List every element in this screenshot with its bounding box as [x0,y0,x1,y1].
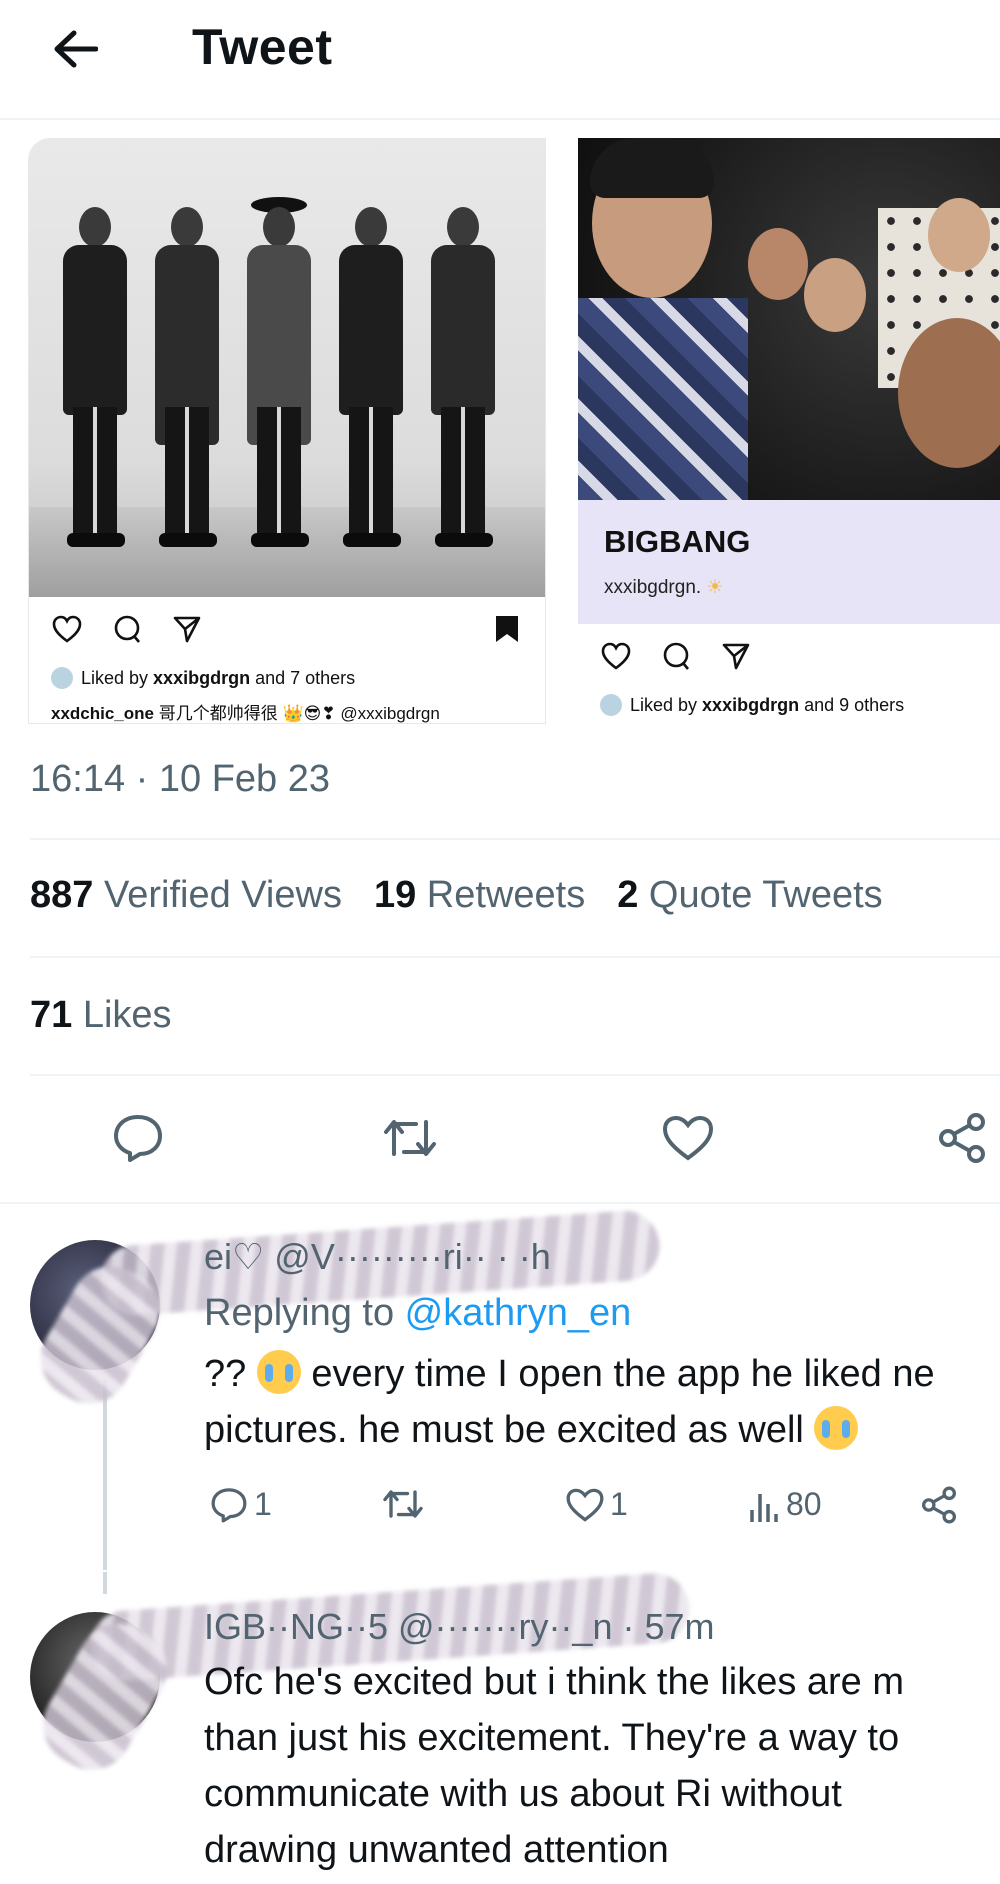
bar-chart-icon [750,1493,778,1522]
reply-tweet[interactable]: IGB··NG··5 @·······ry··_n · 57m Ofc he's… [0,1571,1000,1884]
retweet-button[interactable] [380,1108,440,1168]
thread-line [103,1572,107,1594]
send-icon [171,613,203,645]
quote-tweets-stat[interactable]: 2 Quote Tweets [617,874,882,917]
retweets-stat[interactable]: 19 Retweets [374,874,585,917]
send-icon [720,640,752,672]
comment-icon [111,613,143,645]
reply-text: Ofc he's excited but i think the likes a… [204,1661,905,1871]
retweet-icon [384,1120,436,1156]
share-icon [939,1113,985,1163]
reply-tweet[interactable]: ei♡ @V·········ri·· · ·h Replying to @ka… [0,1200,1000,1570]
arrow-left-icon [54,30,98,68]
likes-stat[interactable]: 71 Likes [30,994,172,1037]
top-bar: Tweet [0,0,1000,120]
like-button[interactable] [658,1108,718,1168]
group-photo-bw [29,139,545,597]
tweet-media[interactable]: Liked by xxxibgdrgn and 7 others xxdchic… [28,138,1000,724]
bookmark-icon [491,613,523,645]
tweet-action-bar [0,1108,1000,1178]
profile-title: BIGBANG [604,524,751,559]
share-button[interactable] [920,1486,958,1524]
media-image-left[interactable]: Liked by xxxibgdrgn and 7 others xxdchic… [28,138,546,724]
ig-actions-left [51,613,203,645]
back-button[interactable] [46,22,104,76]
caption-left: xxdchic_one 哥几个都帅得很 👑😎❣ @xxxibgdrgn [51,704,440,723]
speech-bubble-icon [211,1487,247,1522]
thread-line [103,1380,107,1570]
liked-by-text-left: Liked by xxxibgdrgn and 7 others [51,667,355,689]
share-button[interactable] [932,1108,992,1168]
reply-actions: 1 1 80 [204,1486,1000,1536]
group-selfie-photo [578,138,1000,500]
speech-bubble-icon [114,1115,162,1162]
divider [30,838,1000,840]
liked-by-text-right: Liked by xxxibgdrgn and 9 others [600,694,904,716]
tweet-timestamp[interactable]: 16:14 · 10 Feb 23 [30,758,330,801]
profile-banner: BIGBANG xxxibgdrgn. ☀ [578,500,1000,624]
heart-icon [566,1488,604,1522]
heart-icon [51,613,83,645]
reply-author-meta: ei♡ @V·········ri·· · ·h [204,1236,551,1277]
mention-link[interactable]: @kathryn_en [405,1292,632,1334]
retweet-button[interactable] [382,1486,424,1522]
comment-icon [660,640,692,672]
share-icon [922,1486,956,1524]
divider [30,1074,1000,1076]
page-title: Tweet [192,19,333,75]
ig-actions-right [600,640,752,672]
views-button[interactable]: 80 [748,1486,822,1523]
divider [30,956,1000,958]
heart-icon [600,640,632,672]
tweet-stats: 887 Verified Views 19 Retweets 2 Quote T… [30,874,883,917]
retweet-icon [383,1490,423,1518]
media-image-right[interactable]: BIGBANG xxxibgdrgn. ☀ Liked by xxxibgdrg… [556,138,1000,724]
reply-button[interactable]: 1 [210,1486,272,1523]
crying-emoji-icon [814,1406,859,1450]
heart-icon [662,1115,714,1161]
reply-author-meta: IGB··NG··5 @·······ry··_n · 57m [204,1606,715,1647]
reply-text: ?? every time I open the app he liked ne… [204,1346,1000,1458]
profile-handle: xxxibgdrgn. ☀ [604,577,724,598]
crying-emoji-icon [256,1350,301,1394]
avatar [600,694,622,716]
avatar [51,667,73,689]
replying-to: Replying to @kathryn_en [204,1292,632,1334]
like-button[interactable]: 1 [566,1486,628,1523]
views-stat[interactable]: 887 Verified Views [30,874,342,917]
reply-button[interactable] [108,1108,168,1168]
